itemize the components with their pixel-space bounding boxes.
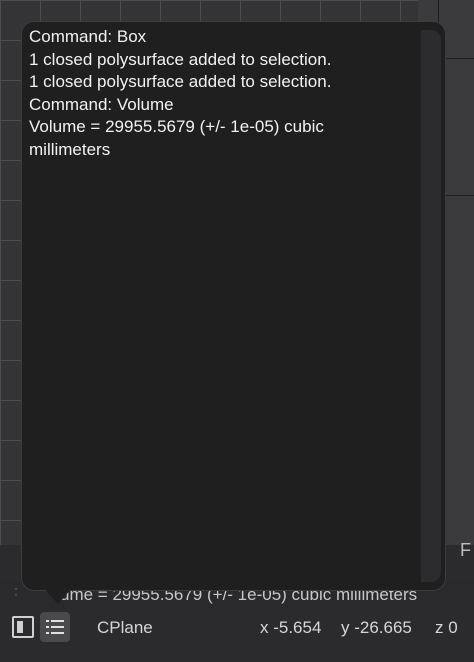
layout-toggle-icon[interactable] (12, 616, 34, 638)
z-coordinate: z 0 (435, 618, 458, 637)
list-icon (46, 620, 49, 622)
side-panel-label: F (460, 540, 471, 560)
command-history-text: Command: Box 1 closed polysurface added … (29, 26, 409, 161)
cplane-label[interactable]: CPlane (97, 618, 153, 638)
popup-scrollbar[interactable] (421, 30, 441, 582)
y-coordinate: y -26.665 (341, 618, 412, 637)
popup-pointer (44, 588, 72, 604)
drag-handle-icon[interactable]: · · (14, 582, 18, 600)
x-coordinate: x -5.654 (260, 618, 322, 637)
history-line: 1 closed polysurface added to selection. (29, 72, 332, 91)
command-history-button[interactable] (40, 612, 70, 642)
history-line: Volume = 29955.5679 (+/- 1e-05) cubic mi… (29, 117, 329, 159)
history-line: 1 closed polysurface added to selection. (29, 49, 332, 69)
history-line: Command: Box (29, 27, 147, 46)
history-line: Command: Volume (29, 94, 174, 114)
